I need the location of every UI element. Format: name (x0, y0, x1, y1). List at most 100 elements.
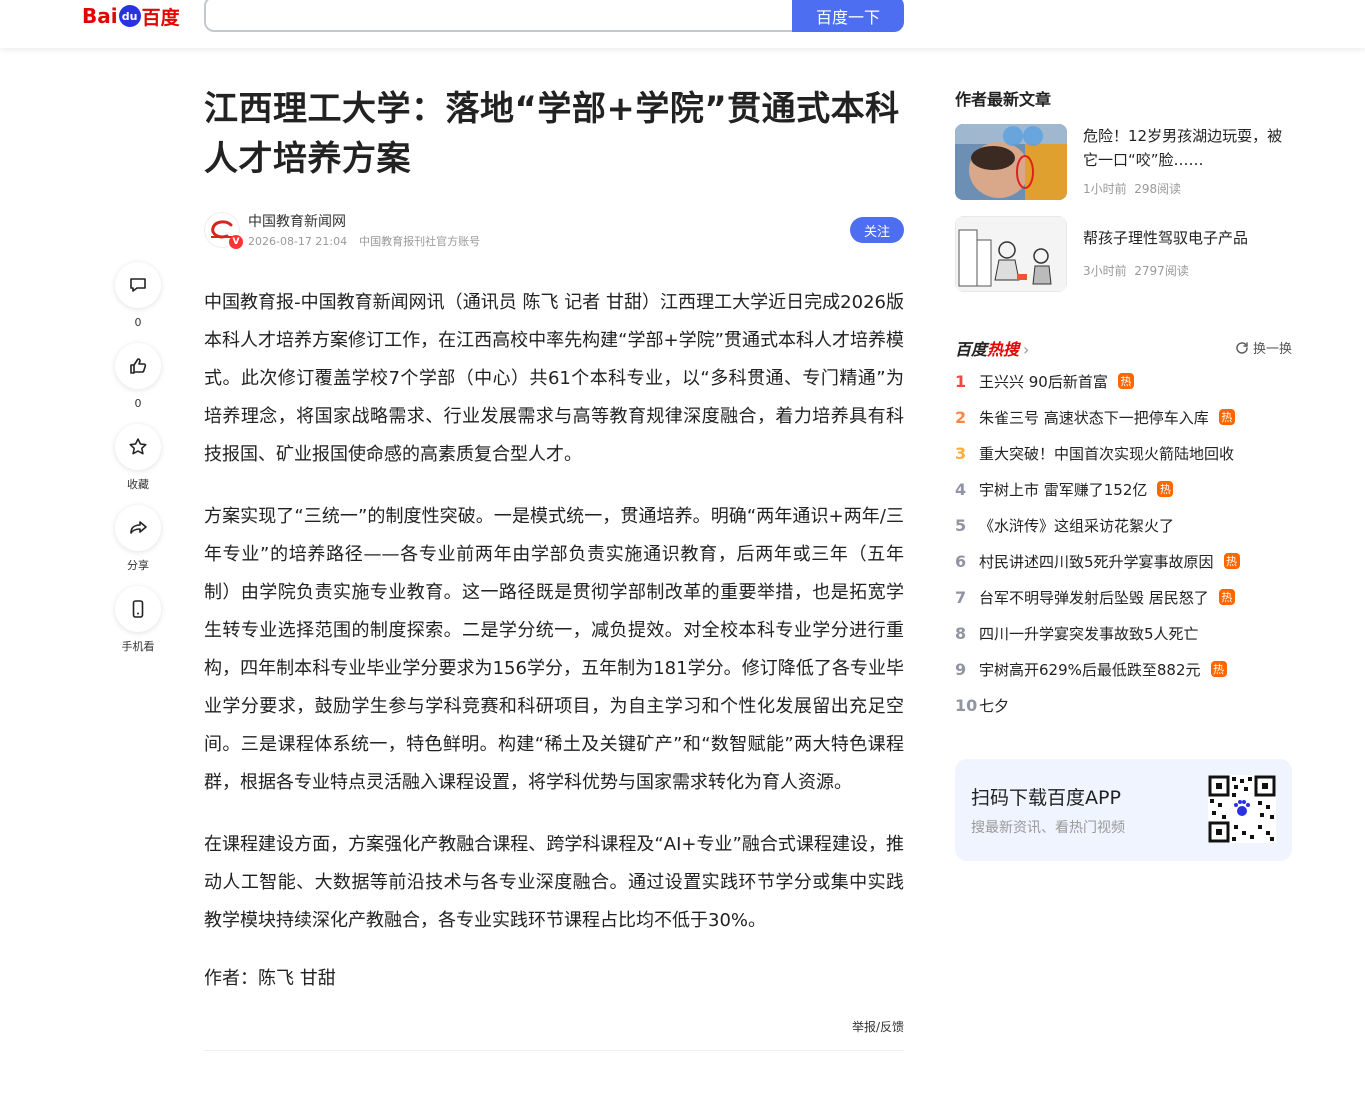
like-action[interactable]: 0 (114, 343, 162, 411)
hot-search-text[interactable]: 宇树高开629%后最低跌至882元 (979, 659, 1201, 680)
latest-article-title[interactable]: 危险！12岁男孩湖边玩耍，被它一口“咬”脸…… (1083, 124, 1293, 172)
hot-badge: 热 (1157, 481, 1174, 497)
logo-paw-icon: du (118, 5, 141, 27)
latest-article-meta: 1小时前 298阅读 (1083, 180, 1181, 197)
latest-article-card[interactable]: 危险！12岁男孩湖边玩耍，被它一口“咬”脸…… 1小时前 298阅读 (955, 124, 1292, 200)
hot-badge: 热 (1223, 553, 1240, 569)
share-label: 分享 (127, 559, 149, 572)
hot-search-text[interactable]: 朱雀三号 高速状态下一把停车入库 (979, 407, 1209, 428)
hot-search-text[interactable]: 重大突破！中国首次实现火箭陆地回收 (979, 443, 1234, 464)
mobile-button[interactable] (115, 586, 161, 632)
hot-badge: 热 (1218, 589, 1235, 605)
refresh-label: 换一换 (1252, 342, 1292, 357)
mobile-label: 手机看 (121, 640, 155, 653)
account-desc: 中国教育报刊社官方账号 (359, 235, 481, 248)
phone-icon (132, 600, 144, 618)
article-thumbnail[interactable] (955, 124, 1067, 200)
logo-text-bai: Bai (82, 4, 118, 28)
hot-badge: 热 (1117, 373, 1134, 389)
hot-search-item[interactable]: 7 台军不明导弹发射后坠毁 居民怒了热 (955, 579, 1292, 615)
hot-search-text[interactable]: 四川一升学宴突发事故致5人死亡 (979, 623, 1199, 644)
article-title: 江西理工大学：落地“学部+学院”贯通式本科人才培养方案 (204, 89, 900, 179)
refresh-icon (1236, 341, 1248, 354)
thumbs-up-icon (130, 358, 147, 374)
article-byline: 作者：陈飞 甘甜 (204, 968, 336, 989)
article-paragraph: 中国教育报-中国教育新闻网讯（通讯员 陈飞 记者 甘甜）江西理工大学近日完成20… (204, 292, 904, 465)
download-app-card[interactable]: 扫码下载百度APP 搜最新资讯、看热门视频 (955, 759, 1292, 861)
hot-search-logo[interactable]: 百度热搜 › (955, 340, 1029, 359)
hot-search-text[interactable]: 《水浒传》这组采访花絮火了 (979, 515, 1174, 536)
hot-search-rank: 2 (955, 407, 967, 427)
article-time: 3小时前 (1083, 264, 1127, 278)
comment-action[interactable]: 0 (114, 262, 162, 330)
hot-search-item[interactable]: 8 四川一升学宴突发事故致5人死亡 (955, 615, 1292, 651)
share-action[interactable]: 分享 (114, 505, 162, 573)
author-bar: V 中国教育新闻网 2026-08-17 21:04 中国教育报刊社官方账号 关注 (204, 212, 904, 252)
hot-search-item[interactable]: 3 重大突破！中国首次实现火箭陆地回收 (955, 435, 1292, 471)
report-feedback-link[interactable]: 举报/反馈 (204, 1018, 904, 1035)
search-button[interactable]: 百度一下 (792, 0, 904, 32)
author-name[interactable]: 中国教育新闻网 (248, 211, 346, 231)
article-reads: 2797阅读 (1134, 264, 1189, 278)
latest-articles-title: 作者最新文章 (955, 90, 1052, 109)
article-reads: 298阅读 (1134, 182, 1182, 196)
hot-search-rank: 4 (955, 479, 967, 499)
article-time: 1小时前 (1083, 182, 1127, 196)
favorite-action[interactable]: 收藏 (114, 424, 162, 492)
latest-article-meta: 3小时前 2797阅读 (1083, 262, 1189, 279)
logo-text-cn: 百度 (141, 6, 180, 29)
article: 江西理工大学：落地“学部+学院”贯通式本科人才培养方案 V 中国教育新闻网 20… (204, 84, 904, 1051)
app-card-title: 扫码下载百度APP (971, 787, 1121, 809)
comment-icon (130, 278, 146, 292)
cartoon-image (955, 216, 1067, 292)
hot-search-item[interactable]: 2 朱雀三号 高速状态下一把停车入库热 (955, 399, 1292, 435)
hot-search-item[interactable]: 9 宇树高开629%后最低跌至882元热 (955, 651, 1292, 687)
hot-search-text[interactable]: 宇树上市 雷军赚了152亿 (979, 479, 1147, 500)
hot-search-rank: 7 (955, 587, 967, 607)
latest-article-title[interactable]: 帮孩子理性驾驭电子产品 (1083, 226, 1293, 250)
baidu-logo[interactable]: Bai du 百度 (82, 0, 180, 32)
comment-count: 0 (134, 316, 142, 329)
refresh-button[interactable]: 换一换 (1235, 338, 1292, 357)
hot-search-item[interactable]: 4 宇树上市 雷军赚了152亿热 (955, 471, 1292, 507)
hot-search-rank: 3 (955, 443, 967, 463)
hot-logo-a: 百度 (955, 340, 988, 359)
hot-search-item[interactable]: 1 王兴兴 90后新首富热 (955, 363, 1292, 399)
author-meta: 2026-08-17 21:04 中国教育报刊社官方账号 (248, 233, 480, 249)
hot-search-text[interactable]: 村民讲述四川致5死升学宴事故原因 (979, 551, 1214, 572)
article-actions: 0 0 收藏 分享 手机看 (114, 262, 162, 667)
publish-time: 2026-08-17 21:04 (248, 235, 348, 248)
search-input[interactable] (204, 0, 794, 32)
hot-search-rank: 8 (955, 623, 967, 643)
share-button[interactable] (115, 505, 161, 551)
like-button[interactable] (115, 343, 161, 389)
verified-icon: V (229, 235, 243, 249)
hot-search-list: 1 王兴兴 90后新首富热 2 朱雀三号 高速状态下一把停车入库热 3 重大突破！中国首次… (955, 363, 1292, 723)
hot-search-rank: 10 (955, 695, 978, 715)
boy-face-image (955, 124, 1067, 200)
hot-search-item[interactable]: 10 七夕 (955, 687, 1292, 723)
avatar[interactable]: V (204, 212, 243, 249)
hot-search-text[interactable]: 七夕 (979, 695, 1009, 716)
hot-search-item[interactable]: 5 《水浒传》这组采访花絮火了 (955, 507, 1292, 543)
article-thumbnail[interactable] (955, 216, 1067, 292)
sidebar: 作者最新文章 危险！12岁男孩湖边玩耍，被它一口“咬”脸…… 1小时前 298阅… (955, 86, 1292, 861)
hot-search-header: 百度热搜 › 换一换 (955, 336, 1292, 360)
favorite-label: 收藏 (127, 478, 149, 491)
hot-search-text[interactable]: 台军不明导弹发射后坠毁 居民怒了 (979, 587, 1209, 608)
share-icon (130, 521, 147, 534)
app-card-subtitle: 搜最新资讯、看热门视频 (971, 820, 1125, 836)
latest-article-card[interactable]: 帮孩子理性驾驭电子产品 3小时前 2797阅读 (955, 216, 1292, 292)
favorite-button[interactable] (115, 424, 161, 470)
hot-search-item[interactable]: 6 村民讲述四川致5死升学宴事故原因热 (955, 543, 1292, 579)
comment-button[interactable] (115, 262, 161, 308)
follow-button[interactable]: 关注 (850, 217, 904, 243)
top-header: Bai du 百度 百度一下 (0, 0, 1365, 48)
hot-search-text[interactable]: 王兴兴 90后新首富 (979, 371, 1108, 392)
hot-badge: 热 (1218, 409, 1235, 425)
mobile-action[interactable]: 手机看 (114, 586, 162, 654)
hot-badge: 热 (1210, 661, 1227, 677)
hot-search-rank: 5 (955, 515, 967, 535)
hot-logo-b: 热搜 (987, 340, 1020, 359)
like-count: 0 (134, 397, 142, 410)
